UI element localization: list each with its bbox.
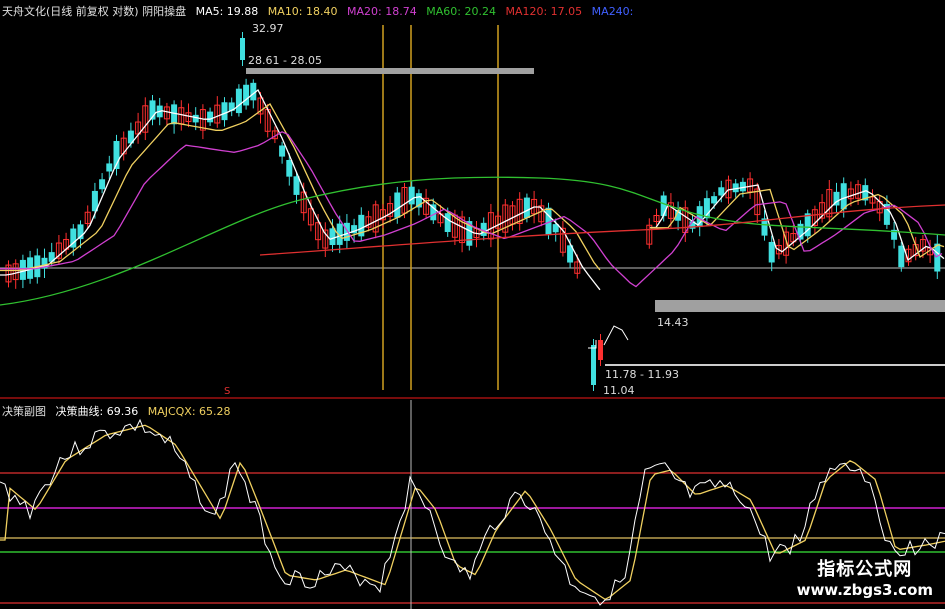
- indicator-header: 决策副图 决策曲线: 69.36 MAJCQX: 65.28: [2, 403, 231, 419]
- candlestick: [459, 210, 466, 253]
- upper-band-label: 28.61 - 28.05: [248, 54, 322, 67]
- watermark-title: 指标公式网: [817, 559, 913, 580]
- candlestick: [591, 339, 596, 391]
- rebound-sketch: [603, 325, 629, 346]
- high-price-label: 32.97: [252, 22, 284, 35]
- candlestick: [372, 200, 379, 239]
- upper-range-band: [246, 68, 534, 74]
- signal-marker: S: [224, 386, 231, 397]
- chart-header: 天舟文化(日线 前复权 对数) 阴阳操盘 MA5: 19.88 MA10: 18…: [2, 3, 639, 19]
- candlestick: [480, 217, 487, 241]
- candlestick: [365, 210, 372, 232]
- watermark: 指标公式网 www.zbgs3.com: [797, 555, 933, 599]
- candlestick: [387, 195, 394, 223]
- candlestick: [99, 173, 106, 194]
- candlestick: [41, 248, 48, 279]
- low-price-label: 11.04: [603, 384, 635, 397]
- candlestick: [257, 92, 264, 124]
- candlestick: [214, 96, 221, 128]
- ma60-label: MA60: 20.24: [426, 5, 496, 18]
- candlestick: [358, 207, 365, 241]
- candlestick: [279, 141, 286, 164]
- candlestick: [142, 97, 149, 141]
- candlestick: [516, 192, 523, 231]
- candlestick: [509, 201, 516, 231]
- candlestick: [660, 191, 667, 222]
- ma10-label: MA10: 18.40: [267, 5, 338, 18]
- candlestick: [502, 199, 509, 239]
- candlestick: [826, 179, 833, 223]
- candlestick: [235, 84, 242, 117]
- lower-band-label: 11.78 - 11.93: [605, 368, 679, 381]
- candlestick: [149, 94, 156, 126]
- majcqx-label: MAJCQX: 65.28: [147, 405, 231, 418]
- ma240-label: MA240:: [591, 5, 634, 18]
- watermark-url: www.zbgs3.com: [796, 581, 933, 599]
- candlestick: [55, 235, 62, 264]
- moving-average-lines: [0, 88, 945, 306]
- candlestick: [113, 134, 120, 176]
- ma120-label: MA120: 17.05: [505, 5, 583, 18]
- candlestick: [243, 78, 250, 110]
- candlestick: [207, 107, 214, 126]
- ma5-label: MA5: 19.88: [195, 5, 259, 18]
- indicator-title: 决策副图: [2, 405, 46, 418]
- candlestick: [869, 189, 876, 209]
- ma5-line: [0, 88, 601, 291]
- ma60-line: [0, 176, 945, 306]
- price-chart-panel[interactable]: 天舟文化(日线 前复权 对数) 阴阳操盘 MA5: 19.88 MA10: 18…: [0, 0, 945, 399]
- chart-title: 天舟文化(日线 前复权 对数) 阴阳操盘: [2, 5, 187, 18]
- candlestick: [545, 202, 552, 240]
- candlestick-series: [5, 32, 941, 391]
- candlestick: [120, 131, 127, 161]
- candlestick: [135, 112, 142, 144]
- candlestick: [646, 218, 653, 249]
- candlestick: [415, 189, 422, 216]
- candlestick: [891, 221, 898, 249]
- candlestick: [228, 97, 235, 117]
- candlestick: [240, 32, 245, 66]
- decision-curve-label: 决策曲线: 69.36: [55, 405, 139, 418]
- ma20-label: MA20: 18.74: [347, 5, 417, 18]
- candlestick: [171, 100, 178, 134]
- candlestick: [408, 180, 415, 211]
- candlestick: [221, 97, 228, 127]
- candlestick: [199, 104, 206, 140]
- mid-range-band: [655, 300, 945, 312]
- candlestick: [811, 205, 818, 235]
- candlestick: [833, 182, 840, 214]
- candlestick: [559, 221, 566, 257]
- candlestick: [329, 218, 336, 252]
- candlestick: [163, 102, 170, 125]
- candlestick: [598, 334, 603, 366]
- price-chart[interactable]: [0, 0, 945, 399]
- candlestick: [487, 203, 494, 248]
- mid-band-label: 14.43: [657, 316, 689, 329]
- ma10-line: [0, 103, 601, 272]
- candlestick: [322, 222, 329, 258]
